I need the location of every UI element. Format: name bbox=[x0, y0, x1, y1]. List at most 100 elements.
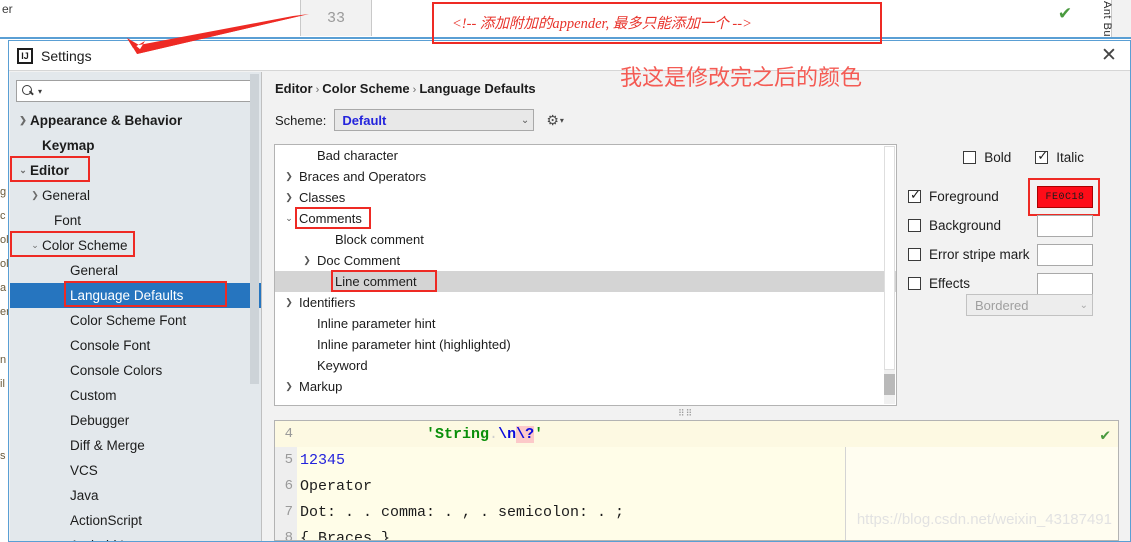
background-gutter-line-number: 33 bbox=[300, 0, 372, 36]
attribute-row[interactable]: Line comment bbox=[275, 271, 896, 292]
attribute-row[interactable]: ❯ Classes bbox=[275, 187, 896, 208]
sidebar-item-general[interactable]: ❯ General bbox=[10, 183, 261, 208]
preview-line: 4 'String.\n\?' bbox=[275, 421, 1118, 447]
chevron-down-icon: ⌄ bbox=[1079, 299, 1088, 311]
splitter-handle[interactable]: ⠿⠿ bbox=[678, 409, 708, 418]
sidebar-scrollbar[interactable] bbox=[250, 74, 259, 539]
preview-token-string: 'String bbox=[426, 425, 490, 443]
error-stripe-mark-option[interactable]: Error stripe mark bbox=[908, 240, 1124, 269]
foreground-color-swatch[interactable]: FE0C18 bbox=[1037, 186, 1093, 208]
font-style-row: Bold Italic bbox=[908, 144, 1124, 170]
chevron-down-icon[interactable]: ⌄ bbox=[279, 213, 299, 224]
sidebar-item-android-logcat[interactable]: Android Logcat bbox=[10, 533, 261, 541]
breadcrumb-separator: › bbox=[315, 84, 320, 96]
attribute-row[interactable]: ⌄ Comments bbox=[275, 208, 896, 229]
scheme-settings-button[interactable]: ⚙ ▾ bbox=[546, 112, 564, 129]
background-option[interactable]: Background bbox=[908, 211, 1124, 240]
attribute-row[interactable]: ❯ Braces and Operators bbox=[275, 166, 896, 187]
error-stripe-mark-color-swatch[interactable] bbox=[1037, 244, 1093, 266]
sidebar-item-color-scheme[interactable]: ⌄ Color Scheme bbox=[10, 233, 261, 258]
attribute-row[interactable]: Block comment bbox=[275, 229, 896, 250]
sidebar-item-console-font[interactable]: Console Font bbox=[10, 333, 261, 358]
sidebar-scrollbar-thumb[interactable] bbox=[250, 74, 259, 384]
attribute-row[interactable]: Keyword bbox=[275, 355, 896, 376]
code-preview[interactable]: 4 'String.\n\?' 5 12345 6 Operator 7 Dot… bbox=[274, 420, 1119, 541]
bold-label: Bold bbox=[984, 149, 1012, 165]
bold-option[interactable]: Bold bbox=[963, 144, 1011, 170]
effects-type-value: Bordered bbox=[975, 297, 1029, 313]
bold-checkbox[interactable] bbox=[963, 150, 977, 164]
settings-sidebar: ▾ ❯ Appearance & Behavior Keymap ⌄ Editor ❯ Ge… bbox=[10, 72, 262, 541]
chevron-down-icon[interactable]: ⌄ bbox=[16, 165, 30, 176]
attribute-row[interactable]: ❯ Doc Comment bbox=[275, 250, 896, 271]
error-stripe-mark-checkbox[interactable] bbox=[908, 248, 921, 261]
chevron-right-icon[interactable]: ❯ bbox=[279, 297, 299, 308]
attributes-scrollbar-track-mark[interactable] bbox=[884, 374, 895, 395]
italic-option[interactable]: Italic bbox=[1035, 144, 1084, 170]
chevron-right-icon[interactable]: ❯ bbox=[279, 171, 299, 182]
dialog-titlebar: IJ Settings ✕ bbox=[9, 41, 1130, 71]
effects-type-select[interactable]: Bordered ⌄ bbox=[966, 294, 1093, 316]
sidebar-item-debugger[interactable]: Debugger bbox=[10, 408, 261, 433]
dialog-body: ▾ ❯ Appearance & Behavior Keymap ⌄ Editor ❯ Ge… bbox=[9, 72, 1130, 541]
sidebar-tree[interactable]: ❯ Appearance & Behavior Keymap ⌄ Editor ❯ Gene… bbox=[10, 108, 261, 541]
scheme-select-value: Default bbox=[342, 112, 387, 128]
chevron-right-icon[interactable]: ❯ bbox=[279, 192, 299, 203]
chevron-down-icon[interactable]: ⌄ bbox=[28, 240, 42, 251]
sidebar-item-editor[interactable]: ⌄ Editor bbox=[10, 158, 261, 183]
breadcrumb-item[interactable]: Editor bbox=[275, 81, 313, 96]
sidebar-item-label: Color Scheme bbox=[42, 238, 128, 253]
chevron-right-icon[interactable]: ❯ bbox=[279, 381, 299, 392]
search-input[interactable]: ▾ bbox=[16, 80, 255, 102]
sidebar-item-actionscript[interactable]: ActionScript bbox=[10, 508, 261, 533]
gear-icon: ⚙ bbox=[546, 111, 559, 128]
scheme-label: Scheme: bbox=[275, 112, 327, 128]
color-options-grid: Foreground FE0C18 Background Error stripe m… bbox=[908, 178, 1124, 298]
effects-checkbox[interactable] bbox=[908, 277, 921, 290]
attribute-row[interactable]: Inline parameter hint bbox=[275, 313, 896, 334]
close-icon[interactable]: ✕ bbox=[1098, 45, 1120, 67]
background-checkbox[interactable] bbox=[908, 219, 921, 232]
sidebar-item-keymap[interactable]: Keymap bbox=[10, 133, 261, 158]
sidebar-item-custom[interactable]: Custom bbox=[10, 383, 261, 408]
background-color-swatch[interactable] bbox=[1037, 215, 1093, 237]
sidebar-item-vcs[interactable]: VCS bbox=[10, 458, 261, 483]
sidebar-item-diff-merge[interactable]: Diff & Merge bbox=[10, 433, 261, 458]
preview-token-braces: { Braces } bbox=[300, 529, 391, 541]
attribute-row-label: Markup bbox=[299, 379, 343, 394]
sidebar-item-java[interactable]: Java bbox=[10, 483, 261, 508]
foreground-option[interactable]: Foreground FE0C18 bbox=[908, 182, 1124, 211]
foreground-checkbox[interactable] bbox=[908, 187, 922, 203]
sidebar-item-label: General bbox=[70, 263, 119, 278]
chevron-right-icon[interactable]: ❯ bbox=[297, 255, 317, 266]
scheme-row: Scheme: Default ⌄ ⚙ ▾ bbox=[275, 109, 564, 131]
sidebar-item-language-defaults[interactable]: Language Defaults bbox=[10, 283, 261, 308]
preview-line: 5 12345 bbox=[275, 447, 1118, 473]
effects-color-swatch[interactable] bbox=[1037, 273, 1093, 295]
sidebar-item-general[interactable]: General bbox=[10, 258, 261, 283]
sidebar-item-label: Keymap bbox=[42, 138, 95, 153]
attribute-row[interactable]: Inline parameter hint (highlighted) bbox=[275, 334, 896, 355]
search-wrapper: ▾ bbox=[10, 72, 261, 106]
attribute-row[interactable]: Bad character bbox=[275, 145, 896, 166]
search-dropdown-icon[interactable]: ▾ bbox=[38, 87, 42, 96]
attribute-row[interactable]: ❯ Markup bbox=[275, 376, 896, 397]
attributes-scrollbar-thumb[interactable] bbox=[884, 146, 895, 370]
color-attributes-list[interactable]: Bad character ❯ Braces and Operators ❯ Class… bbox=[274, 144, 897, 406]
italic-checkbox[interactable] bbox=[1035, 148, 1049, 164]
preview-line-number: 5 bbox=[284, 452, 293, 468]
sidebar-item-font[interactable]: Font bbox=[10, 208, 261, 233]
attributes-scrollbar[interactable] bbox=[884, 146, 895, 404]
sidebar-item-console-colors[interactable]: Console Colors bbox=[10, 358, 261, 383]
scheme-select[interactable]: Default ⌄ bbox=[334, 109, 535, 131]
xml-comment-annotation: <!-- 添加附加的appender, 最多只能添加一个 --> bbox=[452, 16, 752, 32]
breadcrumb-item[interactable]: Color Scheme bbox=[322, 81, 409, 96]
attribute-row-label: Comments bbox=[299, 211, 362, 226]
breadcrumb-item[interactable]: Language Defaults bbox=[419, 81, 535, 96]
attribute-row[interactable]: ❯ Identifiers bbox=[275, 292, 896, 313]
sidebar-item-appearance-behavior[interactable]: ❯ Appearance & Behavior bbox=[10, 108, 261, 133]
chevron-right-icon[interactable]: ❯ bbox=[16, 115, 30, 126]
sidebar-item-color-scheme-font[interactable]: Color Scheme Font bbox=[10, 308, 261, 333]
sidebar-item-label: General bbox=[42, 188, 91, 203]
chevron-right-icon[interactable]: ❯ bbox=[28, 190, 42, 201]
